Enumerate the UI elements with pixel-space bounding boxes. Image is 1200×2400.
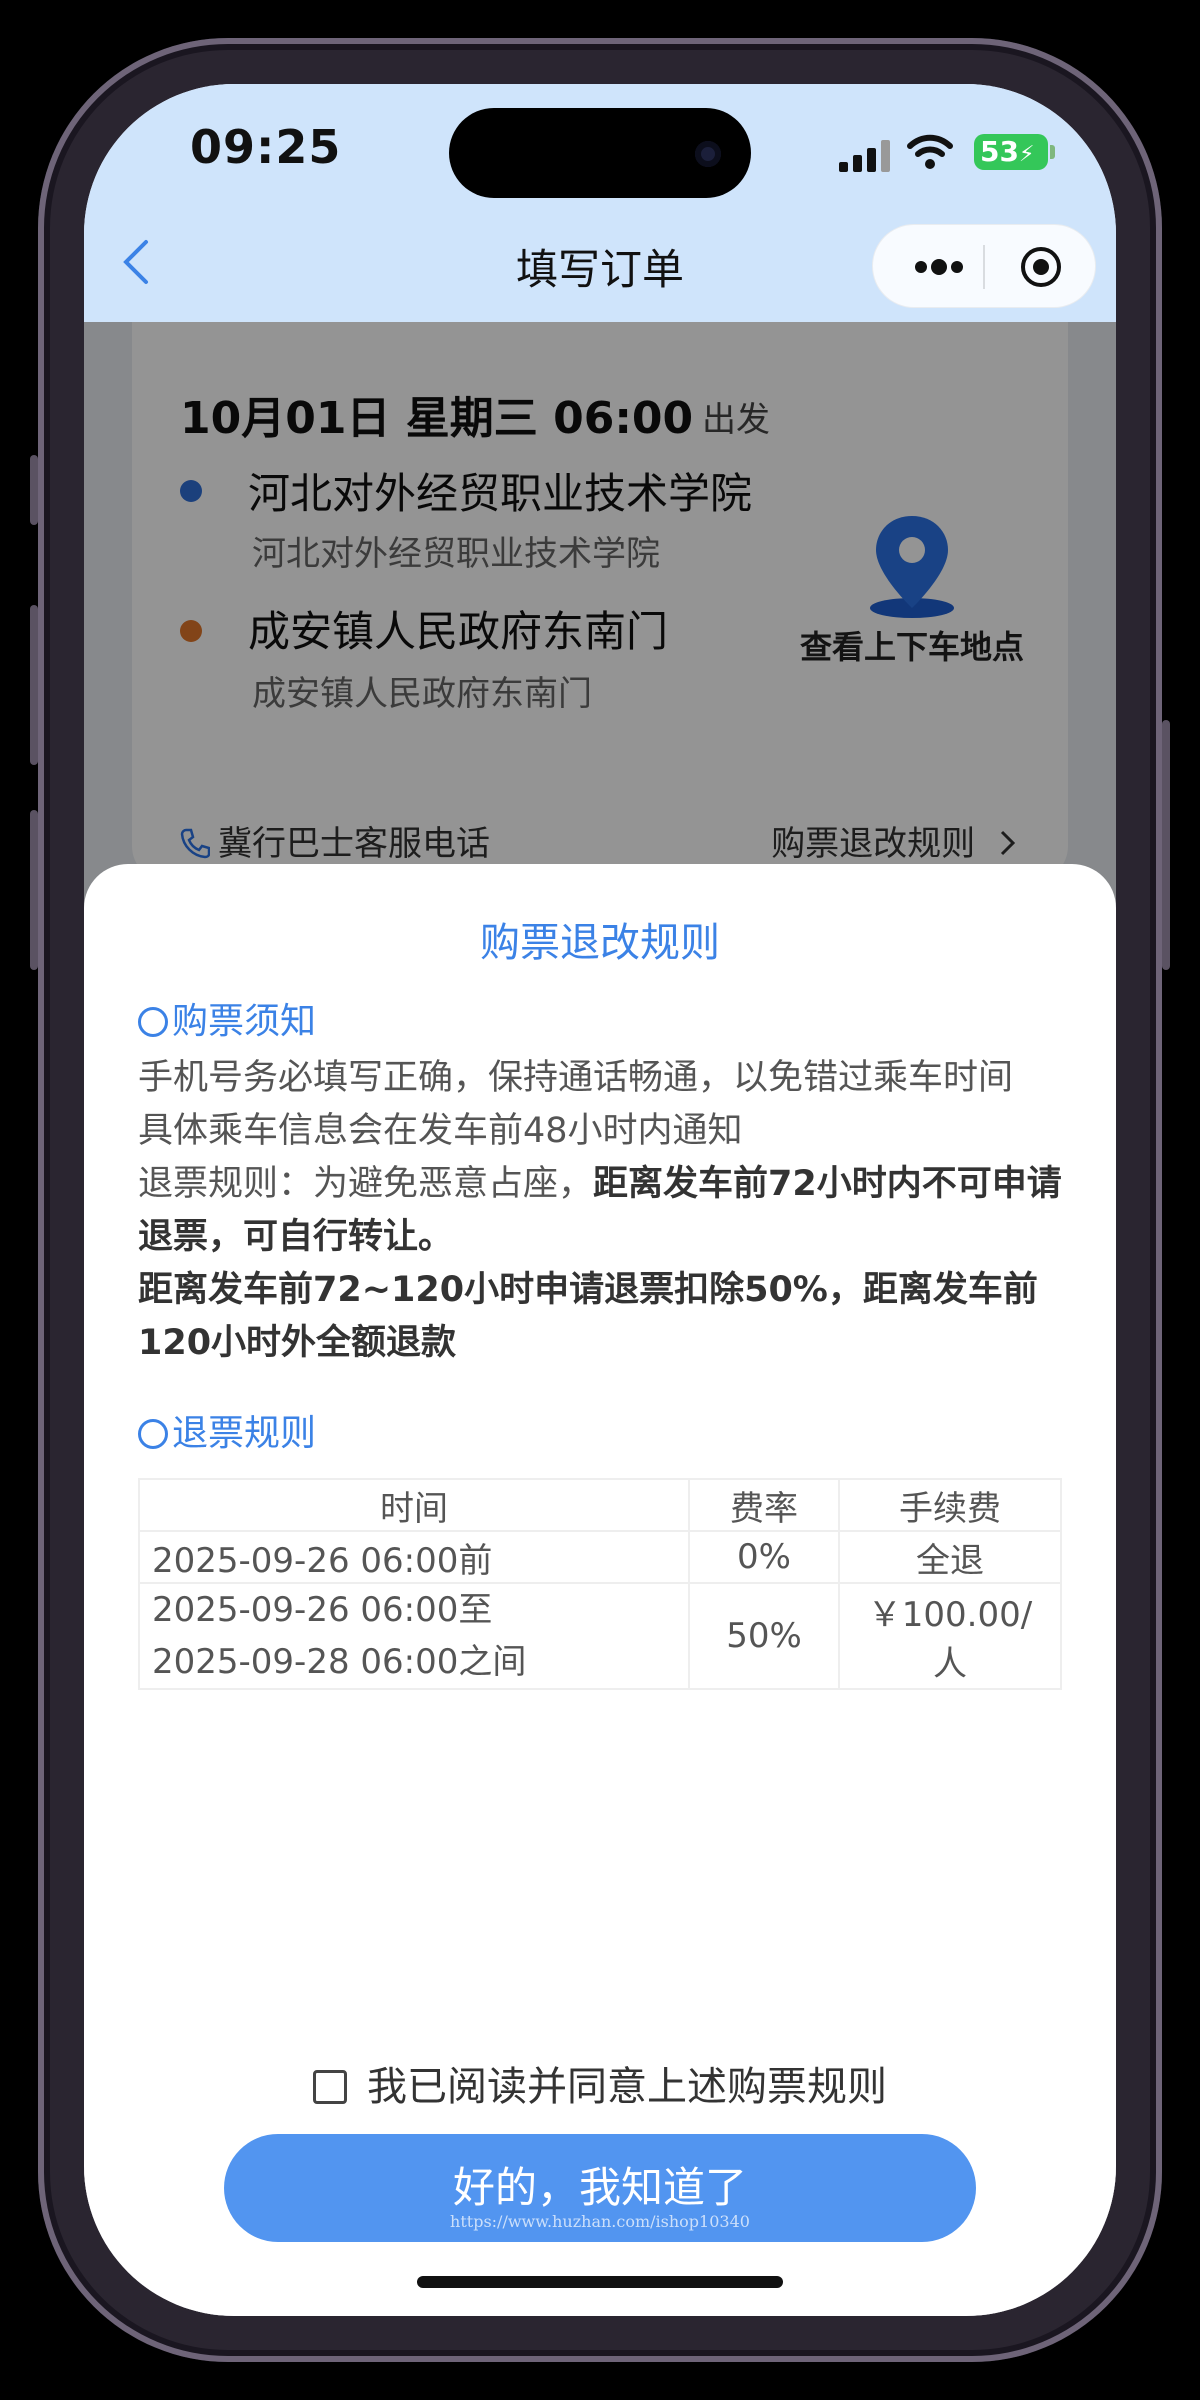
notice-heading: 购票须知 (138, 992, 316, 1044)
volume-down-button (30, 810, 38, 970)
close-miniprogram-icon[interactable] (1019, 245, 1063, 289)
table-header-row: 时间 费率 手续费 (138, 1478, 1062, 1532)
volume-up-button (30, 605, 38, 765)
battery-icon: 53⚡ (974, 134, 1055, 170)
capsule-divider (983, 245, 985, 289)
confirm-button-label: 好的，我知道了 (452, 2163, 747, 2212)
refund-heading: 退票规则 (138, 1404, 316, 1456)
action-button (30, 455, 38, 525)
agree-checkbox-row[interactable]: 我已阅读并同意上述购票规则 (84, 2054, 1116, 2112)
home-indicator[interactable] (417, 2276, 783, 2288)
notice-text: 手机号务必填写正确，保持通话畅通，以免错过乘车时间 具体乘车信息会在发车前48小… (138, 1058, 1062, 1363)
confirm-button[interactable]: 好的，我知道了 https://www.huzhan.com/ishop1034… (224, 2134, 976, 2242)
watermark-text: https://www.huzhan.com/ishop10340 (450, 2212, 750, 2231)
power-button (1162, 720, 1170, 970)
row-time: 2025-09-26 06:00至 2025-09-28 06:00之间 (138, 1582, 690, 1690)
status-time: 09:25 (190, 120, 342, 174)
circle-bullet-icon (138, 1007, 168, 1037)
header-rate: 费率 (688, 1478, 840, 1532)
miniprogram-capsule (872, 224, 1096, 308)
row-fee: 全退 (838, 1530, 1062, 1584)
dynamic-island (449, 108, 751, 198)
sheet-title: 购票退改规则 (480, 920, 720, 966)
row-fee: ￥100.00/人 (838, 1582, 1062, 1690)
header-time: 时间 (138, 1478, 690, 1532)
row-rate: 50% (688, 1582, 840, 1690)
circle-bullet-icon (138, 1419, 168, 1449)
table-row: 2025-09-26 06:00前 0% 全退 (138, 1530, 1062, 1584)
row-time: 2025-09-26 06:00前 (138, 1530, 690, 1584)
wifi-icon (907, 134, 953, 169)
cellular-signal-icon (839, 140, 891, 172)
row-rate: 0% (688, 1530, 840, 1584)
camera-icon (695, 141, 721, 167)
phone-screen: 10月01日 星期三 06:00 出发 河北对外经贸职业技术学院 河北对外经贸职… (84, 84, 1116, 2316)
agree-label: 我已阅读并同意上述购票规则 (367, 2064, 887, 2110)
ticket-rules-sheet: 购票退改规则 购票须知 手机号务必填写正确，保持通话畅通，以免错过乘车时间 具体… (84, 864, 1116, 2316)
table-row: 2025-09-26 06:00至 2025-09-28 06:00之间 50%… (138, 1582, 1062, 1690)
more-options-icon[interactable] (913, 255, 965, 279)
refund-table: 时间 费率 手续费 2025-09-26 06:00前 0% 全退 2025-0… (138, 1478, 1062, 1690)
agree-checkbox[interactable] (313, 2070, 347, 2104)
header-fee: 手续费 (838, 1478, 1062, 1532)
header: 09:25 53⚡ 填写订单 (84, 84, 1116, 322)
battery-level: 53 (980, 135, 1019, 168)
